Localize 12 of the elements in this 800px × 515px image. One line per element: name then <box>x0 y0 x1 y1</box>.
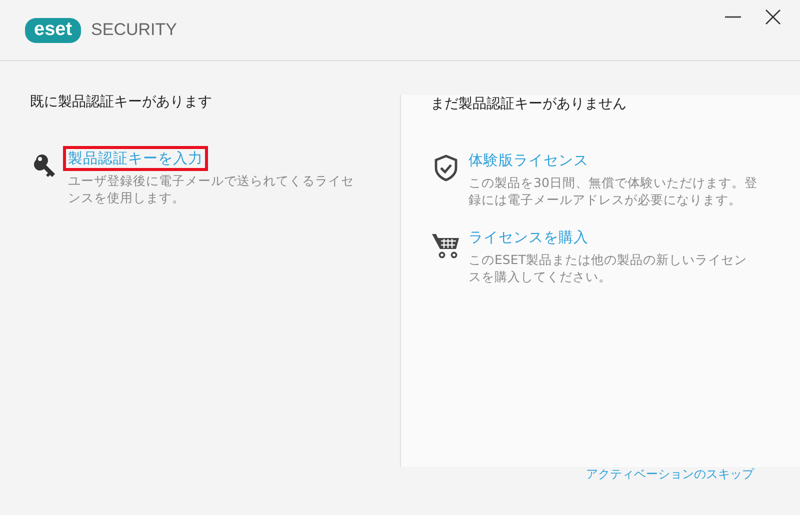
close-icon[interactable] <box>764 8 782 26</box>
skip-activation-link[interactable]: アクティベーションのスキップ <box>586 466 754 483</box>
section-heading: 既に製品認証キーがあります <box>30 93 213 111</box>
option-description: この製品を30日間、無償で体験いただけます。登録には電子メールアドレスが必要になります。 <box>468 174 758 208</box>
eset-logo: eset <box>25 18 82 42</box>
option-link[interactable]: 体験版ライセンス <box>464 148 594 173</box>
option-description: ユーザ登録後に電子メールで送られてくるライセンスを使用します。 <box>68 172 355 206</box>
product-name: SECURITY <box>91 20 177 40</box>
section-heading: まだ製品認証キーがありません <box>430 95 628 113</box>
option-link[interactable]: ライセンスを購入 <box>464 225 594 250</box>
option-link[interactable]: 製品認証キーを入力 <box>63 146 208 171</box>
option-description: このESET製品または他の製品の新しいライセンスを購入してください。 <box>468 251 748 285</box>
